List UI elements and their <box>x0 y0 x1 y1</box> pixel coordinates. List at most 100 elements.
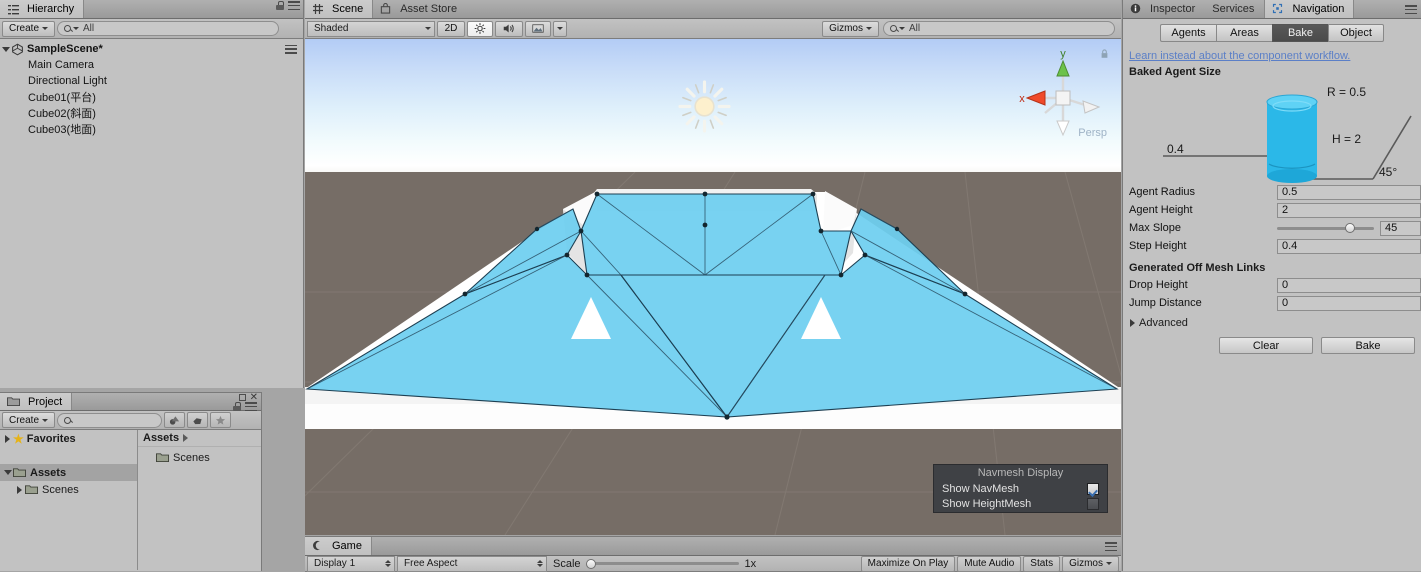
component-workflow-link[interactable]: Learn instead about the component workfl… <box>1123 46 1421 64</box>
baked-agent-size-title: Baked Agent Size <box>1129 66 1221 78</box>
nav-tab-object[interactable]: Object <box>1328 24 1384 42</box>
max-slope-slider-knob[interactable] <box>1344 223 1355 233</box>
max-slope-diagram-label: 45° <box>1379 165 1397 179</box>
hierarchy-item-directional-light[interactable]: Directional Light <box>0 73 303 89</box>
project-create-button[interactable]: Create <box>2 412 56 428</box>
scale-value-label: 1x <box>744 557 757 570</box>
tab-project[interactable]: Project <box>0 393 73 410</box>
perspective-label: Persp <box>1078 127 1107 139</box>
inspector-menu-icon[interactable] <box>1405 5 1417 14</box>
updown-icon <box>385 560 391 567</box>
nav-tab-agents-label: Agents <box>1171 27 1206 39</box>
nav-tab-areas[interactable]: Areas <box>1216 24 1272 42</box>
tab-scene[interactable]: Scene <box>305 0 374 18</box>
tab-hierarchy[interactable]: Hierarchy <box>0 0 85 18</box>
clear-button[interactable]: Clear <box>1219 337 1313 354</box>
display-dropdown[interactable]: Display 1 <box>307 555 395 572</box>
show-navmesh-row[interactable]: Show NavMesh <box>934 482 1107 497</box>
tab-navigation-label: Navigation <box>1292 3 1345 15</box>
jump-distance-row: Jump Distance 0 <box>1123 294 1421 312</box>
tab-services[interactable]: Services <box>1205 0 1264 18</box>
project-menu-icon[interactable] <box>245 402 257 411</box>
scene-lighting-toggle[interactable] <box>467 20 493 37</box>
advanced-foldout[interactable]: Advanced <box>1123 312 1421 329</box>
tab-inspector[interactable]: Inspector <box>1123 0 1205 18</box>
tab-project-label: Project <box>28 395 63 408</box>
hierarchy-search-input[interactable]: All <box>57 21 279 36</box>
filter-by-label-button[interactable] <box>187 412 209 428</box>
scenes-foldout-icon[interactable] <box>14 485 25 494</box>
hierarchy-create-button[interactable]: Create <box>2 20 56 37</box>
draw-mode-dropdown[interactable]: Shaded <box>307 20 435 37</box>
scene-view-lock-icon[interactable] <box>1100 49 1109 62</box>
tab-navigation[interactable]: Navigation <box>1264 0 1355 18</box>
hierarchy-item-cube03[interactable]: Cube03(地面) <box>0 121 303 137</box>
scene-effects-dropdown[interactable] <box>553 20 567 37</box>
search-icon <box>64 25 72 32</box>
project-search-input[interactable] <box>57 412 163 428</box>
max-slope-input[interactable]: 45 <box>1380 220 1421 236</box>
scene-context-menu-icon[interactable] <box>285 44 297 54</box>
show-heightmesh-row[interactable]: Show HeightMesh <box>934 497 1107 512</box>
scene-2d-toggle[interactable]: 2D <box>437 20 465 37</box>
filter-by-type-button[interactable] <box>164 412 186 428</box>
jump-distance-input[interactable]: 0 <box>1277 295 1421 311</box>
hierarchy-item-cube01[interactable]: Cube01(平台) <box>0 89 303 105</box>
scene-audio-toggle[interactable] <box>495 20 523 37</box>
star-icon: ★ <box>13 431 24 446</box>
mute-audio-button[interactable]: Mute Audio <box>957 555 1022 572</box>
agent-radius-input[interactable]: 0.5 <box>1277 184 1421 200</box>
lock-icon[interactable] <box>276 1 284 10</box>
updown-icon <box>537 560 543 567</box>
max-slope-slider[interactable] <box>1277 223 1374 233</box>
scene-gizmos-dropdown[interactable]: Gizmos <box>822 20 879 37</box>
chevron-down-icon <box>42 418 49 422</box>
game-pad-icon <box>312 540 325 553</box>
project-scenes-row[interactable]: Scenes <box>0 481 137 498</box>
stats-button[interactable]: Stats <box>1023 555 1061 572</box>
hierarchy-item-label: Cube03(地面) <box>28 124 96 136</box>
project-lock-icon[interactable] <box>233 402 241 411</box>
scale-slider-knob[interactable] <box>586 558 597 569</box>
nav-tab-bake[interactable]: Bake <box>1272 24 1328 42</box>
tab-hierarchy-label: Hierarchy <box>27 3 75 15</box>
scale-slider[interactable] <box>586 558 739 569</box>
hierarchy-scene-row[interactable]: SampleScene* <box>0 41 303 57</box>
hierarchy-item-cube02[interactable]: Cube02(斜面) <box>0 105 303 121</box>
breadcrumb-chevron-icon <box>183 434 189 442</box>
maximize-on-play-button[interactable]: Maximize On Play <box>860 555 956 572</box>
aspect-dropdown[interactable]: Free Aspect <box>397 555 547 572</box>
game-gizmos-dropdown[interactable]: Gizmos <box>1062 555 1119 572</box>
scene-foldout-icon[interactable] <box>0 46 11 52</box>
close-icon[interactable]: ✕ <box>250 393 258 403</box>
tab-asset-store[interactable]: Asset Store <box>373 0 467 18</box>
project-content-item-scenes[interactable]: Scenes <box>138 449 261 466</box>
project-assets-row[interactable]: Assets <box>0 464 137 481</box>
drop-height-input[interactable]: 0 <box>1277 277 1421 293</box>
hierarchy-item-main-camera[interactable]: Main Camera <box>0 57 303 73</box>
assets-foldout-icon[interactable] <box>2 470 13 475</box>
favorites-filter-button[interactable] <box>210 412 232 428</box>
nav-tab-agents[interactable]: Agents <box>1160 24 1216 42</box>
show-navmesh-checkbox[interactable] <box>1087 483 1099 495</box>
favorites-foldout-icon[interactable] <box>2 434 13 443</box>
bake-action-buttons: Clear Bake <box>1123 329 1421 354</box>
scene-viewport[interactable]: y x Persp Navmesh Display Show NavMesh S… <box>305 39 1121 535</box>
info-icon <box>1130 3 1143 16</box>
chevron-down-icon <box>866 27 872 30</box>
drop-height-label: Drop Height <box>1129 279 1188 291</box>
maximize-on-play-label: Maximize On Play <box>867 558 949 569</box>
agent-size-diagram: R = 0.5 H = 2 0.4 45° <box>1127 80 1417 183</box>
maximize-icon[interactable] <box>238 394 246 401</box>
scene-effects-toggle[interactable] <box>525 20 551 37</box>
tab-game[interactable]: Game <box>305 537 372 555</box>
bake-button[interactable]: Bake <box>1321 337 1415 354</box>
game-menu-icon[interactable] <box>1105 542 1117 551</box>
hierarchy-menu-icon[interactable] <box>288 1 300 10</box>
scene-search-input[interactable]: All <box>883 21 1115 36</box>
agent-height-input[interactable]: 2 <box>1277 202 1421 218</box>
favorites-label: Favorites <box>26 432 76 445</box>
show-heightmesh-checkbox[interactable] <box>1087 498 1099 510</box>
project-favorites-row[interactable]: ★ Favorites <box>0 430 137 447</box>
step-height-input[interactable]: 0.4 <box>1277 238 1421 254</box>
